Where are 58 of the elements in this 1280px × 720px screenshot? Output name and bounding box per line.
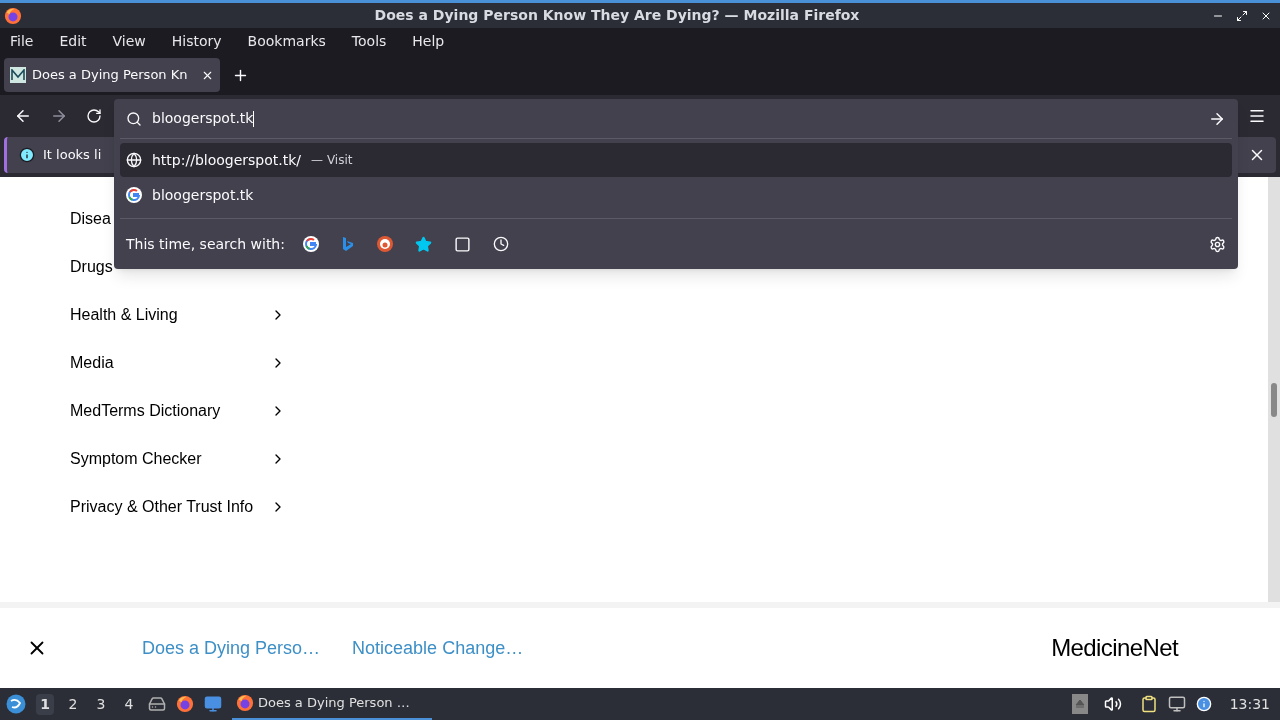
bookmarks-icon[interactable] [414,235,432,253]
tab-title: Does a Dying Person Kn [32,66,189,85]
menu-item[interactable]: Help [412,31,445,52]
info-icon [19,147,35,163]
history-icon[interactable] [492,236,509,252]
article-link[interactable]: Does a Dying Perso… [142,634,321,662]
eject-icon[interactable] [1071,694,1088,714]
menu-item[interactable]: Bookmarks [247,31,326,52]
globe-icon [126,152,142,168]
workspace-button[interactable]: 1 [36,693,54,715]
settings-icon[interactable] [1209,235,1226,253]
start-menu-icon[interactable] [6,694,26,714]
bing-icon[interactable] [340,236,355,252]
nav-item[interactable]: Symptom Checker [70,435,286,483]
clipboard-icon[interactable] [1139,695,1158,713]
google-icon [126,187,142,203]
site-logo: MedicineNet [1051,633,1178,663]
firefox-launcher-icon [176,695,194,713]
taskbar-task[interactable]: Does a Dying Person … [232,688,432,720]
nav-item[interactable]: MedTerms Dictionary [70,387,286,435]
workspace-button[interactable]: 2 [64,693,82,715]
site-icon [10,67,26,83]
address-field[interactable]: bloogerspot.tk [120,99,1232,139]
search-icon [126,110,142,127]
back-icon[interactable] [14,107,32,125]
network-icon[interactable] [1167,695,1186,713]
suggestion-row[interactable]: http://bloogerspot.tk/ — Visit [120,143,1232,177]
menu-item[interactable]: View [112,31,146,52]
nav-item[interactable]: Media [70,339,286,387]
window-title: Does a Dying Person Know They Are Dying? — Mozilla Firefox [373,6,861,25]
article-link[interactable]: Noticeable Change… [352,634,524,662]
notification-text: It looks li [43,146,102,165]
menu-icon[interactable] [1248,107,1266,125]
notification-icon[interactable] [1195,696,1212,712]
menu-item[interactable]: Edit [59,31,87,52]
duck-icon[interactable] [376,236,393,252]
menu-item[interactable]: History [171,31,222,52]
google-icon [302,236,319,252]
task-firefox-icon [236,694,254,712]
clock: 13:31 [1229,694,1270,714]
forward-icon[interactable] [50,107,68,125]
search-with-label: This time, search with: [126,234,285,254]
nav-item[interactable]: Health & Living [70,291,286,339]
google-engine-button[interactable] [302,236,319,252]
menu-item[interactable]: File [10,31,34,52]
workspace-button[interactable]: 3 [92,693,110,715]
reload-icon[interactable] [86,108,102,124]
volume-icon[interactable] [1103,695,1122,713]
browser-tab[interactable]: Does a Dying Person Kn [4,58,220,92]
menu-item[interactable]: Tools [351,31,387,52]
maximize-icon[interactable] [1236,9,1248,22]
nav-item[interactable]: Privacy & Other Trust Info [70,483,286,531]
workspace-button[interactable]: 4 [120,693,138,715]
suggestion-row[interactable]: bloogerspot.tk [120,178,1232,212]
scrollbar[interactable] [1268,177,1280,602]
firefox-icon [4,6,22,25]
desktop-icon[interactable] [204,695,222,713]
tabs-icon[interactable] [453,235,471,253]
